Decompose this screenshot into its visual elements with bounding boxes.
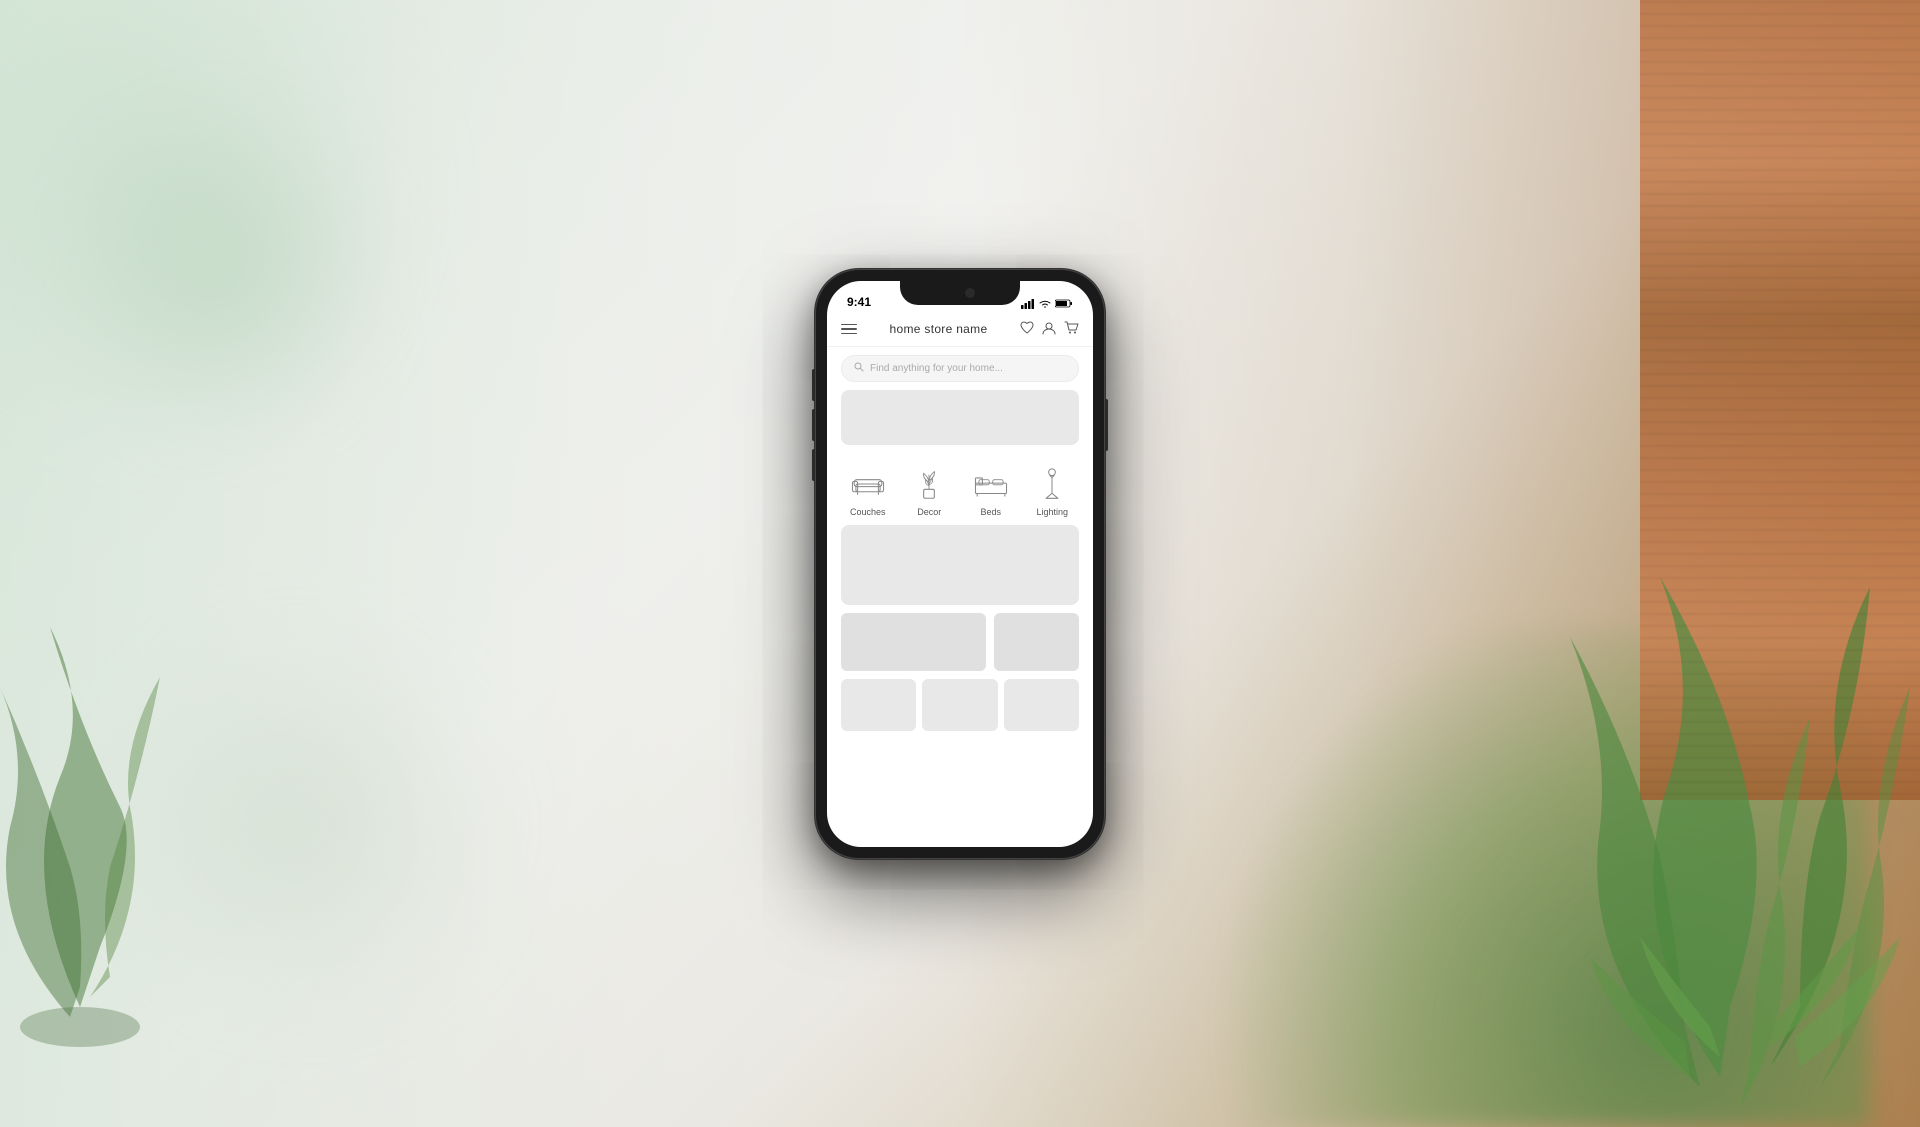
products-section bbox=[827, 525, 1093, 731]
decor-label: Decor bbox=[917, 507, 941, 517]
wood-panel-texture bbox=[1640, 0, 1920, 800]
phone-mockup: 9:41 bbox=[815, 269, 1105, 859]
featured-product-banner[interactable] bbox=[841, 525, 1079, 605]
menu-line-3 bbox=[841, 333, 857, 335]
hero-banner-skeleton bbox=[841, 390, 1079, 445]
status-time: 9:41 bbox=[847, 295, 871, 309]
lighting-icon bbox=[1030, 465, 1074, 503]
product-row-2 bbox=[841, 679, 1079, 731]
wishlist-icon[interactable] bbox=[1020, 321, 1034, 337]
product-card-1[interactable] bbox=[841, 613, 986, 671]
category-grid: Couches bbox=[827, 453, 1093, 525]
header-action-icons bbox=[1020, 321, 1079, 338]
product-card-2[interactable] bbox=[994, 613, 1079, 671]
account-icon[interactable] bbox=[1042, 321, 1056, 338]
decor-icon bbox=[907, 465, 951, 503]
menu-line-1 bbox=[841, 324, 857, 326]
app-title: home store name bbox=[890, 322, 988, 336]
product-card-4[interactable] bbox=[922, 679, 997, 731]
search-bar[interactable]: Find anything for your home... bbox=[841, 355, 1079, 382]
phone-notch bbox=[900, 281, 1020, 305]
beds-label: Beds bbox=[980, 507, 1001, 517]
search-placeholder-text: Find anything for your home... bbox=[870, 363, 1003, 374]
couches-label: Couches bbox=[850, 507, 886, 517]
phone-screen: 9:41 bbox=[827, 281, 1093, 847]
lighting-label: Lighting bbox=[1036, 507, 1068, 517]
beds-icon bbox=[969, 465, 1013, 503]
cart-icon[interactable] bbox=[1064, 321, 1079, 338]
app-header: home store name bbox=[827, 313, 1093, 347]
notch-camera bbox=[965, 288, 975, 298]
couches-icon bbox=[846, 465, 890, 503]
category-decor[interactable]: Decor bbox=[907, 465, 951, 517]
signal-icon bbox=[1021, 299, 1035, 309]
hamburger-menu-button[interactable] bbox=[841, 324, 857, 335]
category-lighting[interactable]: Lighting bbox=[1030, 465, 1074, 517]
product-card-5[interactable] bbox=[1004, 679, 1079, 731]
product-card-3[interactable] bbox=[841, 679, 916, 731]
status-icons bbox=[1021, 299, 1073, 309]
wifi-icon bbox=[1039, 299, 1051, 308]
search-icon bbox=[854, 362, 864, 375]
product-row-1 bbox=[841, 613, 1079, 671]
battery-icon bbox=[1055, 299, 1073, 308]
category-couches[interactable]: Couches bbox=[846, 465, 890, 517]
menu-line-2 bbox=[841, 328, 857, 330]
phone-body: 9:41 bbox=[815, 269, 1105, 859]
category-beds[interactable]: Beds bbox=[969, 465, 1013, 517]
